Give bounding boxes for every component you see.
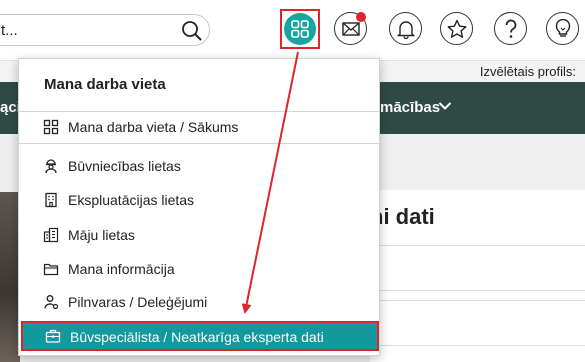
menu-title: Mana darba vieta [44, 76, 166, 93]
divider [370, 300, 585, 301]
bell-icon [396, 20, 415, 39]
notification-dot [356, 12, 366, 22]
search-input[interactable]: t... [1, 22, 18, 39]
menu-item-label: Mana informācija [68, 261, 175, 277]
lightbulb-icon [555, 18, 570, 37]
star-icon [447, 19, 466, 38]
menu-item-label: Būvspeciālista / Neatkarīga eksperta dat… [70, 329, 324, 345]
background-photo [0, 192, 20, 362]
worker-icon [45, 159, 57, 174]
grid-icon [43, 119, 59, 135]
messages-button[interactable] [334, 12, 367, 45]
menu-item-label: Būvniecības lietas [68, 158, 181, 174]
menu-item-home[interactable]: Mana darba vieta / Sākums [19, 113, 379, 141]
divider [370, 345, 585, 346]
help-button[interactable] [494, 12, 527, 45]
menu-item-authorizations[interactable]: Pilnvaras / Deleģējumi [19, 288, 379, 316]
building-icon [45, 192, 57, 208]
menu-item-house-cases[interactable]: Māju lietas [19, 221, 379, 249]
search-box[interactable]: t... [0, 14, 210, 46]
apps-menu-button[interactable] [280, 9, 320, 49]
menu-item-label: Ekspluatācijas lietas [68, 192, 195, 208]
apps-grid-icon [284, 13, 316, 45]
menu-item-label: Māju lietas [68, 227, 135, 243]
menu-divider [19, 143, 379, 144]
nav-item-macibas[interactable]: mācības [380, 99, 440, 116]
divider [370, 290, 585, 291]
menu-item-construction-cases[interactable]: Būvniecības lietas [19, 152, 379, 180]
workspace-dropdown-menu: Mana darba vieta Mana darba vieta / Sāku… [18, 58, 380, 356]
menu-divider [19, 111, 379, 112]
search-icon[interactable] [181, 20, 203, 42]
favorites-button[interactable] [440, 12, 473, 45]
divider [370, 245, 585, 246]
chevron-down-icon[interactable] [438, 101, 452, 111]
folder-icon [43, 263, 59, 276]
notifications-button[interactable] [389, 12, 422, 45]
help-icon [505, 19, 516, 38]
menu-item-label: Pilnvaras / Deleģējumi [68, 294, 208, 310]
mail-icon [341, 21, 360, 36]
ideas-button[interactable] [546, 12, 579, 45]
menu-item-my-information[interactable]: Mana informācija [19, 255, 379, 283]
menu-item-specialist-data[interactable]: Būvspeciālista / Neatkarīga eksperta dat… [21, 321, 379, 351]
menu-item-label: Mana darba vieta / Sākums [68, 119, 239, 135]
profile-label: Izvēlētais profils: [479, 64, 576, 79]
apartment-icon [43, 227, 59, 243]
top-bar: t... [0, 0, 585, 60]
person-share-icon [44, 295, 59, 310]
briefcase-icon [45, 329, 61, 343]
menu-item-operation-cases[interactable]: Ekspluatācijas lietas [19, 186, 379, 214]
